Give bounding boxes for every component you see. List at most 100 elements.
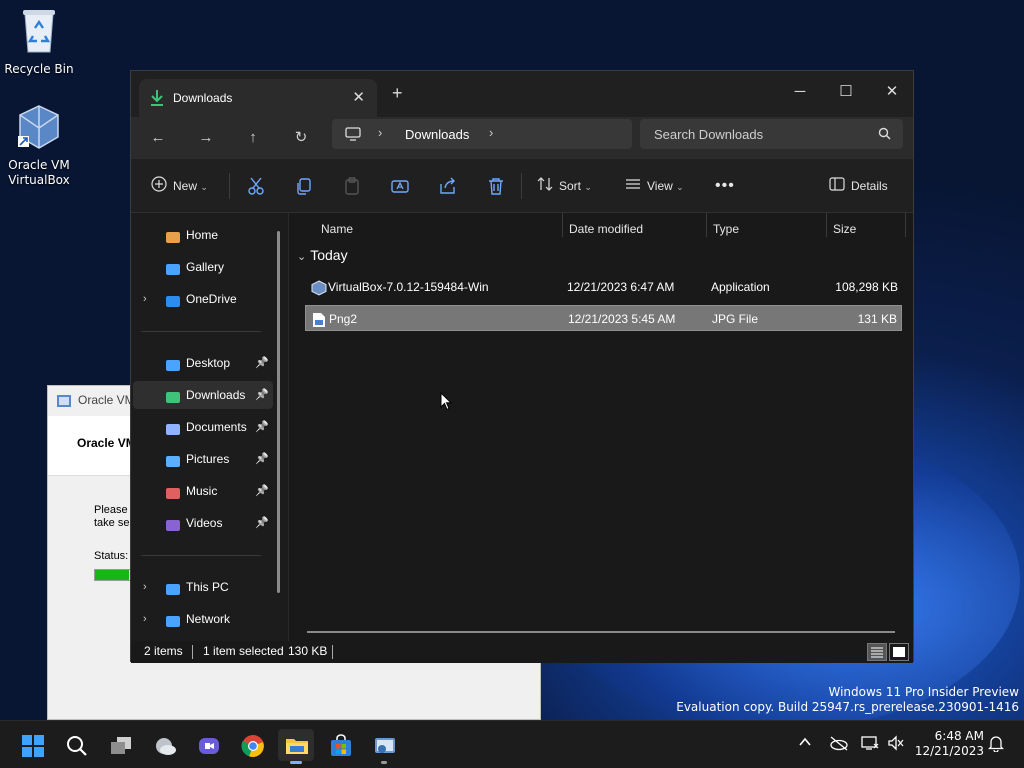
column-divider[interactable] (826, 213, 827, 237)
pin-icon[interactable]: 📌 (255, 381, 269, 409)
file-explorer-window[interactable]: Downloads ✕ + ─ ☐ ✕ ← → ↑ ↻ › Downloads … (130, 70, 915, 663)
desktop-icon-virtualbox[interactable]: Oracle VM VirtualBox (1, 104, 77, 188)
new-button-label: New (173, 179, 198, 194)
column-header-name[interactable]: Name (321, 219, 353, 239)
close-tab-icon[interactable]: ✕ (352, 88, 365, 106)
pin-icon[interactable]: 📌 (255, 445, 269, 473)
gallery-icon (165, 259, 181, 287)
pin-icon[interactable]: 📌 (255, 509, 269, 537)
chevron-right-icon[interactable]: › (378, 125, 382, 140)
show-hidden-icons-chevron-icon[interactable] (798, 735, 812, 752)
desktop-folder-icon (165, 355, 181, 383)
video-chat-icon (199, 738, 219, 754)
start-button[interactable] (14, 729, 50, 761)
file-explorer-taskbar-button[interactable] (278, 729, 314, 764)
search-input[interactable]: Search Downloads (654, 127, 763, 142)
share-icon[interactable] (437, 175, 459, 197)
group-header-today[interactable]: ⌄ Today (297, 247, 348, 263)
status-bar: 2 items 1 item selected 130 KB (131, 641, 913, 663)
sidebar-scrollbar[interactable] (277, 231, 280, 593)
volume-muted-icon[interactable] (887, 735, 905, 754)
column-divider[interactable] (905, 213, 906, 237)
sidebar-item-label: Gallery (186, 260, 225, 274)
sidebar-item-gallery[interactable]: Gallery (133, 253, 273, 281)
search-icon (878, 127, 891, 143)
refresh-icon[interactable]: ↻ (286, 123, 316, 153)
sidebar-item-music[interactable]: Music 📌 (133, 477, 273, 505)
pin-icon[interactable]: 📌 (255, 349, 269, 377)
recycle-bin-icon (1, 6, 77, 58)
tab-title: Downloads (173, 91, 233, 105)
maximize-button[interactable]: ☐ (823, 77, 869, 107)
clock-date: 12/21/2023 (914, 744, 984, 758)
notification-bell-icon[interactable] (987, 735, 1005, 755)
search-taskbar-button[interactable] (58, 729, 94, 761)
sidebar-item-downloads[interactable]: Downloads 📌 (133, 381, 273, 409)
network-status-icon[interactable] (861, 735, 879, 754)
sidebar-item-documents[interactable]: Documents 📌 (133, 413, 273, 441)
sidebar-item-onedrive[interactable]: › OneDrive (133, 285, 273, 313)
widgets-button[interactable] (146, 729, 182, 761)
sidebar-item-network[interactable]: › Network (133, 605, 273, 633)
chevron-right-icon[interactable]: › (143, 605, 147, 633)
search-box[interactable]: Search Downloads (640, 119, 903, 149)
horizontal-scrollbar[interactable] (307, 631, 895, 633)
column-header-size[interactable]: Size (833, 219, 856, 239)
copy-icon[interactable] (293, 175, 315, 197)
sidebar-item-label: Network (186, 612, 231, 626)
close-window-button[interactable]: ✕ (869, 77, 915, 107)
new-tab-button[interactable]: + (392, 83, 403, 104)
installer-taskbar-button[interactable] (366, 729, 402, 764)
file-list-pane: Name Date modified Type Size ⌄ Today Virt… (289, 213, 913, 641)
delete-icon[interactable] (485, 175, 507, 197)
desktop-icon-recycle-bin[interactable]: Recycle Bin (1, 6, 77, 77)
view-button[interactable]: View ⌄ (625, 176, 684, 196)
pin-icon[interactable]: 📌 (255, 413, 269, 441)
back-arrow-icon[interactable]: ← (143, 123, 173, 153)
chevron-right-icon[interactable]: › (143, 573, 147, 601)
new-button[interactable]: New ⌄ (151, 176, 208, 196)
address-bar[interactable]: › Downloads › (332, 119, 632, 149)
command-bar: New ⌄ Sort ⌄ View ⌄ ••• Details (131, 159, 913, 213)
tab-downloads[interactable]: Downloads ✕ (139, 79, 377, 117)
minimize-button[interactable]: ─ (777, 77, 823, 107)
sidebar-item-home[interactable]: Home (133, 221, 273, 249)
sidebar-item-pictures[interactable]: Pictures 📌 (133, 445, 273, 473)
file-row[interactable]: Png2 12/21/2023 5:45 AM JPG File 131 KB (305, 305, 902, 331)
file-row[interactable]: VirtualBox-7.0.12-159484-Win 12/21/2023 6… (305, 274, 902, 300)
tiles-view-icon[interactable] (889, 643, 909, 661)
forward-arrow-icon[interactable]: → (191, 123, 221, 153)
sidebar-divider (141, 555, 261, 556)
store-button[interactable] (322, 729, 358, 761)
sidebar-item-videos[interactable]: Videos 📌 (133, 509, 273, 537)
sidebar-item-this-pc[interactable]: › This PC (133, 573, 273, 601)
pin-icon[interactable]: 📌 (255, 477, 269, 505)
teams-chat-button[interactable] (190, 729, 226, 761)
onedrive-offline-icon[interactable] (829, 735, 849, 754)
system-clock[interactable]: 6:48 AM 12/21/2023 (912, 729, 984, 759)
paste-icon[interactable] (341, 175, 363, 197)
column-divider[interactable] (706, 213, 707, 237)
rename-icon[interactable] (389, 175, 411, 197)
details-view-icon[interactable] (867, 643, 887, 661)
sidebar-item-label: Documents (186, 420, 247, 434)
chevron-right-icon[interactable]: › (489, 125, 493, 140)
plus-circle-icon (151, 176, 167, 198)
column-divider[interactable] (562, 213, 563, 237)
pictures-folder-icon (165, 451, 181, 479)
up-arrow-icon[interactable]: ↑ (238, 123, 268, 153)
details-pane-button[interactable]: Details (829, 176, 888, 196)
cut-icon[interactable] (245, 175, 267, 197)
sort-button[interactable]: Sort ⌄ (537, 176, 592, 196)
task-view-button[interactable] (102, 729, 138, 761)
sidebar-item-desktop[interactable]: Desktop 📌 (133, 349, 273, 377)
column-header-date-modified[interactable]: Date modified (569, 219, 643, 239)
virtualbox-icon (1, 104, 77, 154)
chrome-button[interactable] (234, 729, 270, 761)
clock-time: 6:48 AM (934, 729, 984, 743)
column-header-type[interactable]: Type (713, 219, 739, 239)
more-options-icon[interactable]: ••• (715, 176, 735, 196)
breadcrumb-downloads[interactable]: Downloads (405, 127, 469, 142)
chevron-right-icon[interactable]: › (143, 285, 147, 313)
sidebar-item-label: This PC (186, 580, 229, 594)
